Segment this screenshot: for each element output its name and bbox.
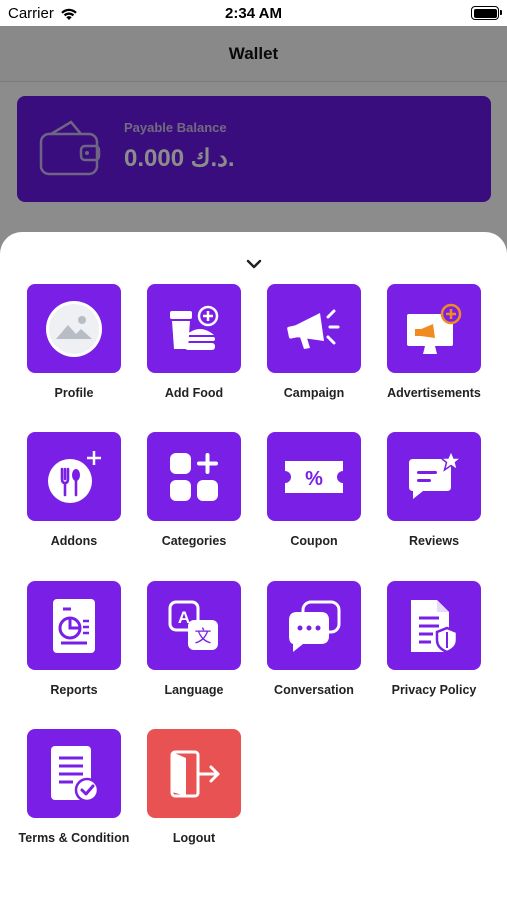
- menu-item-language[interactable]: A 文 Language: [134, 581, 254, 697]
- menu-item-addons[interactable]: Addons: [14, 432, 134, 548]
- menu-item-advertisements-tile: [387, 284, 481, 373]
- clock: 2:34 AM: [225, 5, 282, 22]
- menu-item-label: Campaign: [283, 386, 345, 400]
- chevron-down-icon: [246, 259, 262, 269]
- menu-item-advertisements[interactable]: Advertisements: [374, 284, 494, 400]
- advertisement-icon: [407, 303, 462, 354]
- language-icon: A 文: [168, 600, 218, 650]
- addons-icon: [48, 450, 101, 503]
- menu-item-label: Coupon: [290, 534, 338, 548]
- menu-item-terms[interactable]: Terms & Condition: [14, 729, 134, 845]
- menu-item-label: Categories: [161, 534, 227, 548]
- menu-item-reports-tile: [27, 581, 121, 670]
- svg-text:文: 文: [195, 627, 212, 647]
- menu-item-logout[interactable]: Logout: [134, 729, 254, 845]
- menu-item-terms-tile: [27, 729, 121, 818]
- add-food-icon: [170, 305, 219, 350]
- megaphone-icon: [287, 309, 340, 349]
- collapse-sheet-button[interactable]: [243, 256, 265, 272]
- conversation-icon: [289, 600, 341, 652]
- menu-item-language-tile: A 文: [147, 581, 241, 670]
- menu-item-categories-tile: [147, 432, 241, 521]
- svg-text:%: %: [305, 468, 323, 490]
- reports-icon: [53, 598, 95, 653]
- menu-item-label: Reports: [50, 683, 98, 697]
- menu-item-label: Privacy Policy: [391, 683, 477, 697]
- menu-item-label: Profile: [54, 386, 94, 400]
- reviews-icon: [409, 448, 463, 499]
- menu-item-privacy-policy[interactable]: Privacy Policy: [374, 581, 494, 697]
- menu-item-conversation-tile: [267, 581, 361, 670]
- menu-item-label: Reviews: [408, 534, 460, 548]
- menu-item-label: Terms & Condition: [18, 831, 130, 845]
- menu-item-add-food[interactable]: Add Food: [134, 284, 254, 400]
- categories-icon: [170, 452, 218, 501]
- menu-item-label: Conversation: [274, 683, 354, 697]
- menu-item-label: Advertisements: [387, 386, 481, 400]
- menu-item-campaign[interactable]: Campaign: [254, 284, 374, 400]
- menu-item-conversation[interactable]: Conversation: [254, 581, 374, 697]
- battery-icon: [471, 6, 502, 20]
- menu-item-reports[interactable]: Reports: [14, 581, 134, 697]
- menu-item-reviews[interactable]: Reviews: [374, 432, 494, 548]
- privacy-policy-icon: [411, 599, 459, 653]
- menu-item-coupon[interactable]: % Coupon: [254, 432, 374, 548]
- coupon-icon: %: [285, 460, 343, 493]
- menu-item-profile-tile: [27, 284, 121, 373]
- menu-item-reviews-tile: [387, 432, 481, 521]
- menu-item-privacy-policy-tile: [387, 581, 481, 670]
- profile-image-icon: [46, 300, 102, 357]
- logout-icon: [170, 750, 220, 797]
- menu-item-categories[interactable]: Categories: [134, 432, 254, 548]
- menu-item-coupon-tile: %: [267, 432, 361, 521]
- menu-item-label: Addons: [50, 534, 98, 548]
- menu-item-logout-tile: [147, 729, 241, 818]
- menu-item-addons-tile: [27, 432, 121, 521]
- menu-bottom-sheet: Profile Add Food Campaign Advertisements…: [0, 232, 507, 900]
- menu-item-label: Add Food: [164, 386, 224, 400]
- menu-item-label: Language: [164, 683, 224, 697]
- terms-icon: [51, 745, 100, 802]
- menu-item-label: Logout: [172, 831, 216, 845]
- menu-item-campaign-tile: [267, 284, 361, 373]
- status-bar: Carrier 2:34 AM: [0, 0, 507, 26]
- menu-item-profile[interactable]: Profile: [14, 284, 134, 400]
- menu-item-add-food-tile: [147, 284, 241, 373]
